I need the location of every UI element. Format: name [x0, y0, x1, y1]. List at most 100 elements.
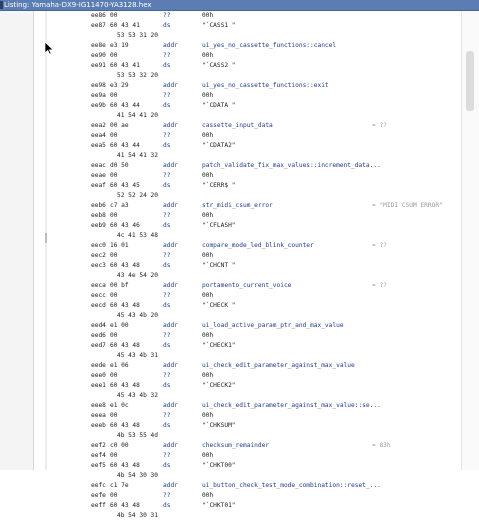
- bytes: 60 43 48: [110, 502, 140, 509]
- listing-continuation-row[interactable]: 45 43 4b 32: [34, 391, 464, 401]
- listing-row[interactable]: eed4 e1 00 addr ui_load_active_param_ptr_an…: [34, 321, 464, 331]
- listing-row[interactable]: eeb8 00?? 00h: [34, 211, 464, 221]
- address: eeca: [91, 282, 106, 289]
- bytes: e1 00: [110, 322, 129, 329]
- listing-row[interactable]: eef4 00?? 00h: [34, 451, 464, 461]
- listing-row[interactable]: eeac d0 50 addr patch_validate_fix_max_valu…: [34, 161, 464, 171]
- comment: = 83h: [372, 442, 391, 449]
- listing-row[interactable]: eeeb 60 43 48 ds "`CHKSUM": [34, 421, 464, 431]
- window-titlebar[interactable]: Listing: Yamaha-DX9-IG11470-YA3128.hex: [0, 0, 479, 11]
- listing-row[interactable]: eee1 60 43 48 ds "`CHECK2": [34, 381, 464, 391]
- continuation-bytes: 45 43 4b 31: [117, 352, 158, 359]
- listing-row[interactable]: eeaf 60 43 45 ds "`CERR$ ": [34, 181, 464, 191]
- listing-row[interactable]: ee91 60 43 41 ds "`CASS2 ": [34, 61, 464, 71]
- bytes: 00: [110, 172, 118, 179]
- mnemonic: ds: [163, 62, 171, 69]
- listing-row[interactable]: eec0 16 01 addr compare_mode_led_blink_coun…: [34, 241, 464, 251]
- continuation-bytes: 52 52 24 20: [117, 192, 158, 199]
- listing-row[interactable]: ee86 00?? 00h: [34, 11, 464, 21]
- listing-row[interactable]: ee8e e3 19 addr ui_yes_no_cassette_function…: [34, 41, 464, 51]
- listing-row[interactable]: ee9a 00?? 00h: [34, 91, 464, 101]
- listing-continuation-row[interactable]: 43 4e 54 20: [34, 271, 464, 281]
- listing-row[interactable]: eec3 60 43 48 ds "`CHCNT ": [34, 261, 464, 271]
- bytes: 00: [110, 92, 118, 99]
- operand: portamento_current_voice: [202, 282, 292, 289]
- listing-row[interactable]: eec2 00?? 00h: [34, 251, 464, 261]
- listing-continuation-row[interactable]: 52 52 24 20: [34, 191, 464, 201]
- listing-continuation-row[interactable]: 4b 53 55 4d: [34, 431, 464, 441]
- listing-row[interactable]: ee87 60 43 41 ds "`CASS1 ": [34, 21, 464, 31]
- listing-row[interactable]: eee8 e1 0c addr ui_check_edit_parameter_aga…: [34, 401, 464, 411]
- operand: 00h: [202, 12, 214, 19]
- bytes: 00: [110, 212, 118, 219]
- operand: 00h: [202, 212, 214, 219]
- listing-row[interactable]: eeea 00?? 00h: [34, 411, 464, 421]
- listing-row[interactable]: ee9b 60 43 44 ds "`CDATA ": [34, 101, 464, 111]
- listing-row[interactable]: eed6 00?? 00h: [34, 331, 464, 341]
- address: eec0: [91, 242, 106, 249]
- listing-row[interactable]: eeb6 c7 a3 addr str_midi_csum_error = "MIDI …: [34, 201, 464, 211]
- operand: "`CHCNT ": [202, 262, 236, 269]
- listing-continuation-row[interactable]: 4c 41 53 48: [34, 231, 464, 241]
- operand: "`CASS1 ": [202, 22, 236, 29]
- listing-continuation-row[interactable]: 53 53 32 20: [34, 71, 464, 81]
- listing-row[interactable]: eea2 00 ae addr cassette_input_data = ??: [34, 121, 464, 131]
- listing-continuation-row[interactable]: 41 54 41 20: [34, 111, 464, 121]
- operand: ui_button_check_test_mode_combination::r…: [202, 482, 381, 489]
- mnemonic: ds: [163, 182, 171, 189]
- listing-row[interactable]: eeff 60 43 48 ds "`CHKT01": [34, 501, 464, 511]
- listing-row[interactable]: ee90 00?? 00h: [34, 51, 464, 61]
- bytes: 00: [110, 132, 118, 139]
- continuation-bytes: 53 53 32 20: [117, 72, 158, 79]
- bytes: 00: [110, 492, 118, 499]
- listing-row[interactable]: eeca 00 bf addr portamento_current_voice = ?…: [34, 281, 464, 291]
- listing-continuation-row[interactable]: 45 43 4b 20: [34, 311, 464, 321]
- bytes: 60 43 41: [110, 62, 140, 69]
- listing-row[interactable]: eea4 00?? 00h: [34, 131, 464, 141]
- address: eecc: [91, 292, 106, 299]
- address: ee8e: [91, 42, 106, 49]
- listing-row[interactable]: eeae 00?? 00h: [34, 171, 464, 181]
- listing-row[interactable]: eefe 00?? 00h: [34, 491, 464, 501]
- listing-view[interactable]: ee86 00?? 00h ee87 60 43 41 ds "`CASS1 " 53 53 …: [0, 11, 479, 519]
- listing-row[interactable]: eecd 60 43 48 ds "`CHECK ": [34, 301, 464, 311]
- bytes: 60 43 44: [110, 102, 140, 109]
- operand: ui_check_edit_parameter_against_max_valu…: [202, 402, 381, 409]
- listing-row[interactable]: eef2 c0 00 addr checksum_remainder = 83h: [34, 441, 464, 451]
- operand: "`CASS2 ": [202, 62, 236, 69]
- listing-row[interactable]: eefc c1 7e addr ui_button_check_test_mode_c…: [34, 481, 464, 491]
- bytes: 60 43 41: [110, 22, 140, 29]
- mnemonic: addr: [163, 322, 178, 329]
- address: eeb6: [91, 202, 106, 209]
- window-icon: [0, 1, 3, 9]
- address: eee1: [91, 382, 106, 389]
- mnemonic: ??: [163, 12, 171, 19]
- listing-continuation-row[interactable]: 4b 54 30 30: [34, 471, 464, 481]
- listing-row[interactable]: eed7 60 43 48 ds "`CHECK1": [34, 341, 464, 351]
- vertical-scrollbar[interactable]: [461, 11, 479, 470]
- listing-continuation-row[interactable]: 53 53 31 20: [34, 31, 464, 41]
- continuation-bytes: 4b 54 30 30: [117, 472, 158, 479]
- listing-row[interactable]: eeb9 60 43 46 ds "`CFLASH": [34, 221, 464, 231]
- listing-row[interactable]: eee0 00?? 00h: [34, 371, 464, 381]
- address: ee90: [91, 52, 106, 59]
- listing-row[interactable]: eea5 60 43 44 ds "`CDATA2": [34, 141, 464, 151]
- listing-code-area[interactable]: ee86 00?? 00h ee87 60 43 41 ds "`CASS1 " 53 53 …: [34, 11, 464, 519]
- listing-continuation-row[interactable]: 41 54 41 32: [34, 151, 464, 161]
- bytes: 00: [110, 452, 118, 459]
- comment: = "MIDI CSUM ERROR": [372, 202, 443, 209]
- listing-continuation-row[interactable]: 45 43 4b 31: [34, 351, 464, 361]
- bytes: d0 50: [110, 162, 129, 169]
- continuation-bytes: 45 43 4b 32: [117, 392, 158, 399]
- continuation-bytes: 4c 41 53 48: [117, 232, 158, 239]
- listing-row[interactable]: eecc 00?? 00h: [34, 291, 464, 301]
- bytes: 60 43 48: [110, 302, 140, 309]
- operand: "`CHKT01": [202, 502, 236, 509]
- listing-row[interactable]: ee98 e3 29 addr ui_yes_no_cassette_function…: [34, 81, 464, 91]
- address: ee86: [91, 12, 106, 19]
- address: eec3: [91, 262, 106, 269]
- listing-row[interactable]: eede e1 06 addr ui_check_edit_parameter_aga…: [34, 361, 464, 371]
- scrollbar-thumb[interactable]: [466, 51, 474, 111]
- address: eecd: [91, 302, 106, 309]
- listing-continuation-row[interactable]: 4b 54 30 31: [34, 511, 464, 521]
